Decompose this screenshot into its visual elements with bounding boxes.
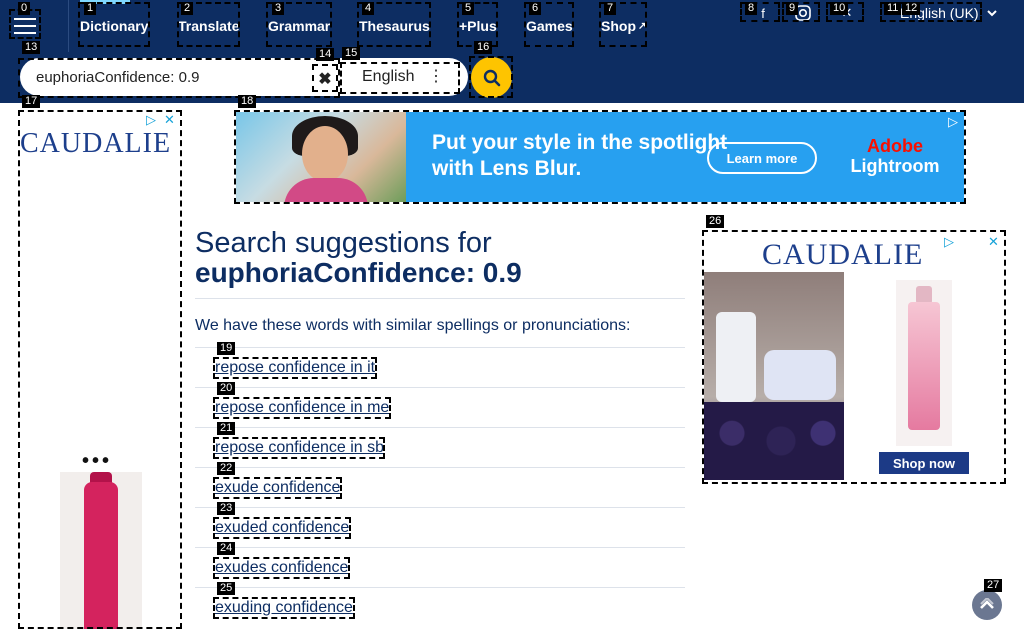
suggestion-row: exude confidence <box>195 467 685 507</box>
chevron-down-icon <box>986 10 997 17</box>
marker-tag: 8 <box>745 2 758 15</box>
title-divider <box>195 298 685 299</box>
search-input[interactable] <box>36 68 306 86</box>
marker-tag: 22 <box>217 462 236 475</box>
marker-tag: 15 <box>342 47 361 60</box>
nav-dictionary-label: Dictionary <box>80 18 149 34</box>
marker-tag: 9 <box>786 2 799 15</box>
marker-tag: 27 <box>984 579 1003 592</box>
close-icon: ✖ <box>318 71 332 88</box>
search-bar <box>0 52 1024 103</box>
marker-tag: 12 <box>902 2 921 15</box>
marker-tag: 4 <box>362 2 375 15</box>
ad-brand-logo: CAUDALIE <box>762 238 924 271</box>
banner-learn-more-button[interactable]: Learn more <box>707 142 817 174</box>
external-link-icon: ↗ <box>638 20 647 32</box>
marker-tag: 3 <box>272 2 285 15</box>
banner-headline: Put your style in the spotlight with Len… <box>432 131 728 180</box>
ellipsis-icon: ••• <box>82 450 113 472</box>
marker-tag: 25 <box>217 582 236 595</box>
ad-brand-logo: CAUDALIE <box>20 128 172 159</box>
marker-tag: 6 <box>529 2 542 15</box>
nav-shop-label: Shop <box>601 18 636 34</box>
suggestion-link[interactable]: exuding confidence <box>215 599 353 617</box>
close-ad-icon[interactable]: ✕ <box>164 112 175 128</box>
adchoices-icon[interactable]: ▷ <box>948 114 958 130</box>
suggestion-row: repose confidence in it <box>195 347 685 387</box>
marker-tag: 21 <box>217 422 236 435</box>
marker-tag: 26 <box>706 215 725 228</box>
marker-tag: 19 <box>217 342 236 355</box>
marker-tag: 10 <box>830 2 849 15</box>
dictionary-language-dropdown[interactable]: English ⋮ <box>338 58 468 96</box>
adchoices-icon[interactable]: ▷ <box>944 234 954 250</box>
marker-tag: 7 <box>604 2 617 15</box>
nav-dictionary[interactable]: Dictionary <box>60 0 150 52</box>
search-button[interactable] <box>471 57 512 98</box>
page-title: Search suggestions for euphoriaConfidenc… <box>195 228 685 288</box>
suggestions-intro: We have these words with similar spellin… <box>195 317 631 334</box>
marker-tag: 2 <box>181 2 194 15</box>
more-options-icon: ⋮ <box>428 68 444 85</box>
suggestion-row: exudes confidence <box>195 547 685 587</box>
top-banner-ad[interactable]: Put your style in the spotlight with Len… <box>236 112 964 202</box>
marker-tag: 0 <box>18 2 31 15</box>
nav-plus-label: +Plus <box>459 18 497 34</box>
search-suggestions: Search suggestions for euphoriaConfidenc… <box>195 228 685 627</box>
facebook-icon: f <box>761 5 765 21</box>
banner-logo-line2: Lightroom <box>850 156 940 176</box>
arrow-up-icon <box>980 598 994 609</box>
suggestion-link[interactable]: repose confidence in it <box>215 359 375 377</box>
page-title-prefix: Search suggestions for <box>195 227 492 259</box>
marker-tag: 13 <box>22 41 41 54</box>
marker-tag: 20 <box>217 382 236 395</box>
shop-now-button[interactable]: Shop now <box>879 452 969 474</box>
close-ad-icon[interactable]: ✕ <box>988 234 999 250</box>
right-advertisement[interactable]: ▷ ✕ CAUDALIE <box>704 232 1004 482</box>
marker-tag: 14 <box>316 48 335 61</box>
dictionary-language-label: English <box>362 68 415 85</box>
suggestion-link[interactable]: repose confidence in sb <box>215 439 384 457</box>
marker-tag: 18 <box>238 95 257 108</box>
marker-tag: 24 <box>217 542 236 555</box>
back-to-top-button[interactable] <box>972 590 1002 620</box>
hamburger-icon <box>14 18 36 34</box>
suggestion-row: exuding confidence <box>195 587 685 627</box>
marker-tag: 16 <box>474 41 493 54</box>
suggestion-row: repose confidence in me <box>195 387 685 427</box>
adchoices-icon[interactable]: ▷ <box>146 112 156 128</box>
search-field <box>20 58 338 96</box>
suggestion-row: repose confidence in sb <box>195 427 685 467</box>
nav-grammar-label: Grammar <box>268 18 331 34</box>
banner-logo-line1: Adobe <box>867 136 923 156</box>
skincare-product-image <box>704 272 844 480</box>
marker-tag: 5 <box>462 2 475 15</box>
marker-tag: 23 <box>217 502 236 515</box>
banner-photo <box>236 112 406 202</box>
suggestion-row: exuded confidence <box>195 507 685 547</box>
nav-thesaurus-label: Thesaurus <box>359 18 430 34</box>
suggestion-link[interactable]: repose confidence in me <box>215 399 389 417</box>
suggestion-link[interactable]: exudes confidence <box>215 559 348 577</box>
nav-translate-label: Translate <box>178 18 240 34</box>
top-navigation: Dictionary Translate Grammar Thesaurus +… <box>0 0 1024 52</box>
marker-tag: 17 <box>22 95 41 108</box>
marker-tag: 11 <box>884 2 902 15</box>
clear-search-button[interactable]: ✖ <box>312 68 338 90</box>
page-title-term: euphoriaConfidence: 0.9 <box>195 257 522 288</box>
lip-balm-image <box>60 472 142 629</box>
nav-games-label: Games <box>526 18 573 34</box>
search-icon <box>483 69 500 86</box>
suggestion-link[interactable]: exuded confidence <box>215 519 349 537</box>
marker-tag: 1 <box>84 2 97 15</box>
suggestion-link[interactable]: exude confidence <box>215 479 340 497</box>
adobe-lightroom-logo: Adobe Lightroom <box>840 136 950 176</box>
perfume-bottle-image <box>896 280 952 446</box>
